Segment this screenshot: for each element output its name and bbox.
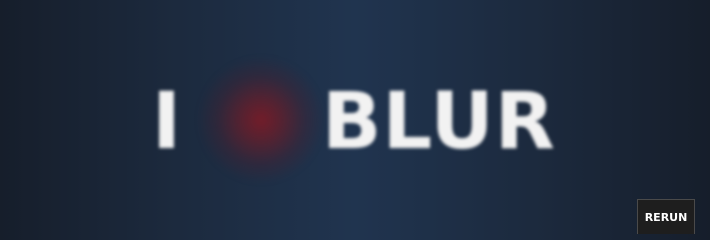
headline-last-word: BLUR xyxy=(322,77,556,167)
rerun-button[interactable]: RERUN xyxy=(637,199,695,234)
blurred-heart-icon xyxy=(197,56,325,184)
headline-first-word: I xyxy=(152,77,182,167)
headline: I BLUR xyxy=(0,0,710,234)
demo-stage: I BLUR RERUN xyxy=(0,0,710,234)
